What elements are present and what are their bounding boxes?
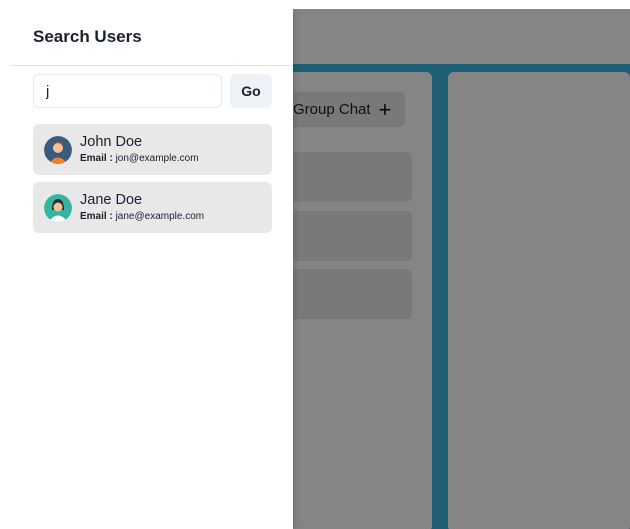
user-name: Jane Doe <box>80 192 143 209</box>
user-email: jane@example.com <box>115 210 205 222</box>
app-frame: Group Chat + Search Users Go <box>9 9 630 529</box>
user-email: jon@example.com <box>115 152 199 164</box>
search-input[interactable] <box>33 74 222 108</box>
user-name: John Doe <box>80 134 143 151</box>
drawer-title: Search Users <box>9 9 293 66</box>
user-result-item[interactable]: John Doe Email : jon@example.com <box>33 124 272 175</box>
user-email-line: Email : jane@example.com <box>80 211 204 222</box>
email-label: Email : <box>80 210 116 222</box>
woman-avatar-icon <box>44 193 72 222</box>
user-text: John Doe Email : jon@example.com <box>80 134 199 164</box>
user-email-line: Email : jon@example.com <box>80 153 199 164</box>
user-text: Jane Doe Email : jane@example.com <box>80 192 204 222</box>
search-users-drawer: Search Users Go John Doe Email : jon@exa… <box>9 9 293 529</box>
user-result-item[interactable]: Jane Doe Email : jane@example.com <box>33 182 272 233</box>
man-avatar-icon <box>44 135 72 164</box>
search-row: Go <box>33 74 272 108</box>
go-button[interactable]: Go <box>230 74 272 108</box>
email-label: Email : <box>80 152 116 164</box>
